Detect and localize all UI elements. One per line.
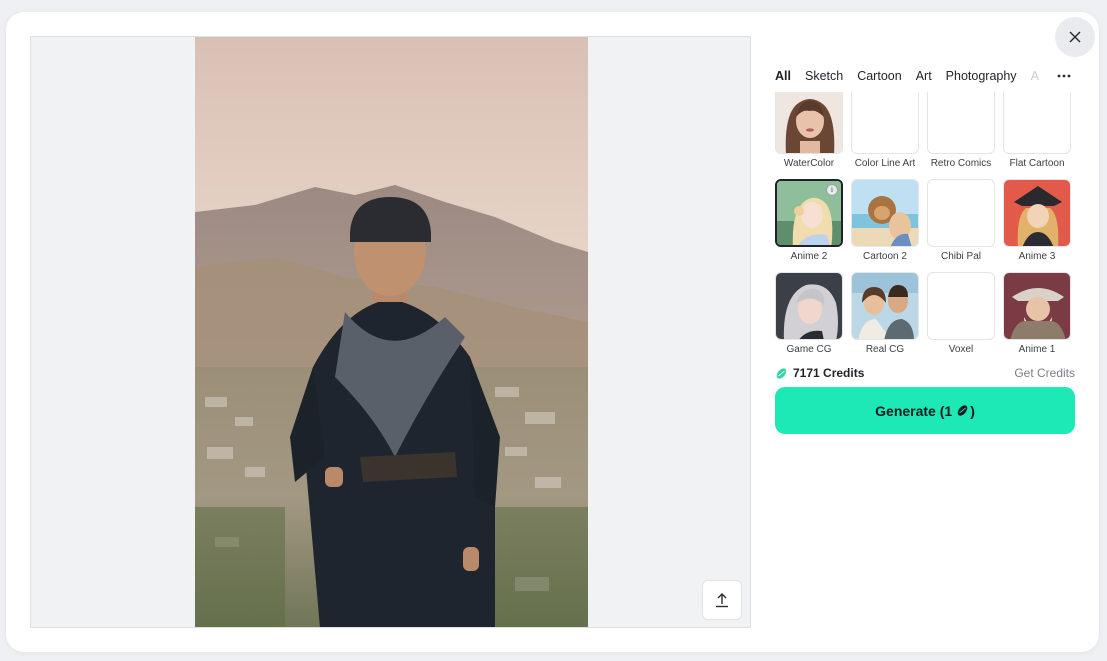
style-card-retro-comics[interactable]: Retro Comics (925, 92, 997, 179)
get-credits-link[interactable]: Get Credits (1014, 366, 1075, 380)
upload-button[interactable] (702, 580, 742, 620)
close-button[interactable] (1055, 17, 1095, 57)
style-label: Flat Cartoon (1009, 158, 1065, 169)
info-icon[interactable]: i (826, 184, 838, 196)
more-horizontal-icon (1057, 74, 1071, 78)
style-label: Chibi Pal (940, 251, 982, 262)
style-thumbnail (775, 272, 843, 340)
style-card-voxel[interactable]: Voxel (925, 272, 997, 356)
style-grid: WaterColor Color Line Art Retro Comics F… (775, 92, 1071, 356)
credits-row: 7171 Credits Get Credits (775, 364, 1075, 382)
style-thumbnail (927, 92, 995, 154)
style-thumbnail (851, 272, 919, 340)
style-label: Game CG (786, 344, 832, 355)
tab-art[interactable]: Art (916, 69, 932, 83)
tab-cartoon[interactable]: Cartoon (857, 69, 901, 83)
tab-photography[interactable]: Photography (946, 69, 1017, 83)
style-card-anime-1[interactable]: Anime 1 (1001, 272, 1073, 356)
style-thumbnail (927, 272, 995, 340)
style-category-tabs: All Sketch Cartoon Art Photography A (775, 67, 1075, 85)
style-label: Anime 1 (1018, 344, 1056, 355)
style-label: Anime 3 (1018, 251, 1056, 262)
style-card-anime-2[interactable]: i Anime 2 (775, 179, 845, 272)
style-card-anime-3[interactable]: Anime 3 (1001, 179, 1073, 272)
style-card-color-line-art[interactable]: Color Line Art (849, 92, 921, 179)
style-label: Cartoon 2 (863, 251, 907, 262)
style-thumbnail (851, 179, 919, 247)
style-label: Anime 2 (790, 251, 828, 262)
style-card-game-cg[interactable]: Game CG (775, 272, 845, 356)
style-label: Retro Comics (930, 158, 992, 169)
style-grid-scroll[interactable]: WaterColor Color Line Art Retro Comics F… (775, 92, 1079, 356)
style-thumbnail (1003, 272, 1071, 340)
image-preview-area (30, 36, 751, 628)
style-card-watercolor[interactable]: WaterColor (775, 92, 845, 179)
style-card-cartoon-2[interactable]: Cartoon 2 (849, 179, 921, 272)
style-thumbnail (851, 92, 919, 154)
preview-photo (195, 37, 588, 627)
style-thumbnail (927, 179, 995, 247)
tab-overflow[interactable]: A (1031, 69, 1039, 83)
upload-icon (716, 593, 728, 608)
generate-button[interactable]: Generate (1 ) (775, 387, 1075, 434)
style-thumbnail (1003, 179, 1071, 247)
style-card-flat-cartoon[interactable]: Flat Cartoon (1001, 92, 1073, 179)
style-thumbnail: i (775, 179, 843, 247)
close-icon (1069, 31, 1081, 43)
generate-label-suffix: ) (970, 402, 975, 419)
style-thumbnail (1003, 92, 1071, 154)
generate-label-prefix: Generate (1 (875, 402, 953, 419)
credits-balance: 7171 Credits (793, 366, 865, 380)
style-card-real-cg[interactable]: Real CG (849, 272, 921, 356)
style-label: Real CG (865, 344, 905, 355)
tab-all[interactable]: All (775, 69, 791, 83)
style-label: Voxel (948, 344, 974, 355)
tab-sketch[interactable]: Sketch (805, 69, 843, 83)
style-label: Color Line Art (854, 158, 916, 169)
credit-bean-icon (957, 405, 968, 416)
style-label: WaterColor (783, 158, 835, 169)
more-tabs-button[interactable] (1053, 67, 1075, 85)
style-thumbnail (775, 92, 843, 154)
style-card-chibi-pal[interactable]: Chibi Pal (925, 179, 997, 272)
credit-bean-icon (776, 367, 787, 379)
